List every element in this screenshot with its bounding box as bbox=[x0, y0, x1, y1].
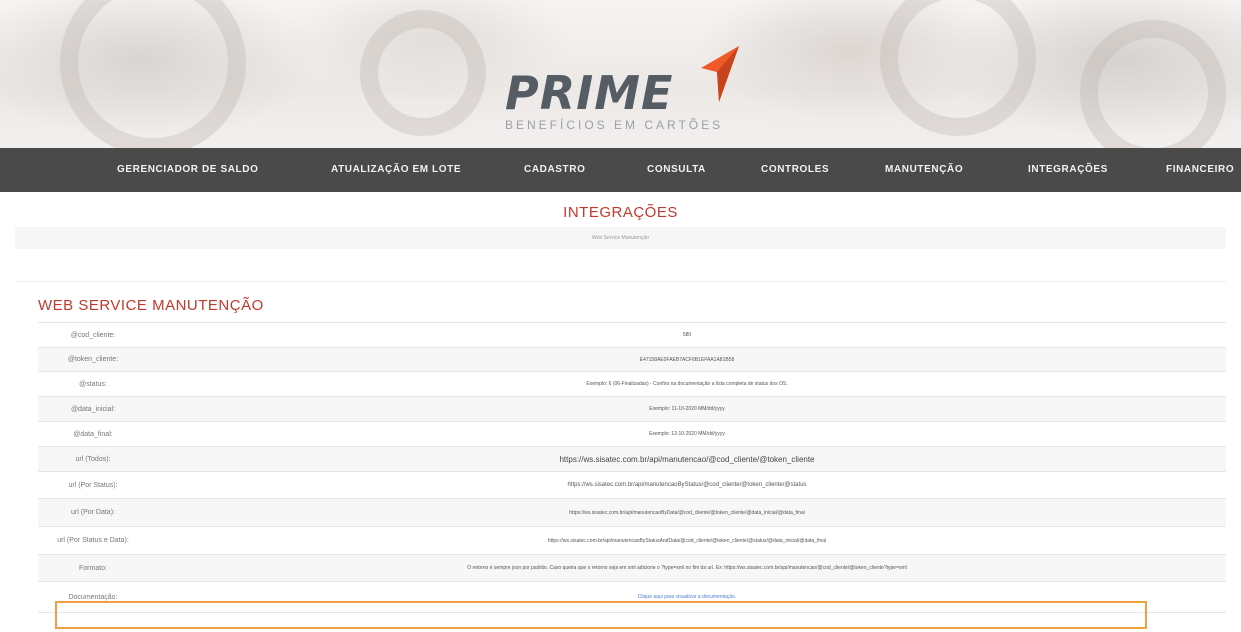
table-row: @token_cliente: E47158AE0FAEB7ACF6B1EFAA… bbox=[38, 348, 1226, 372]
divider bbox=[15, 281, 1226, 282]
table-row: url (Por Status e Data): https://ws.sisa… bbox=[38, 527, 1226, 555]
main-nav: GERENCIADOR DE SALDO ATUALIZAÇÃO EM LOTE… bbox=[0, 148, 1241, 192]
row-label: Documentação: bbox=[68, 593, 118, 601]
row-label: @status: bbox=[79, 380, 107, 388]
row-label: Formato: bbox=[78, 564, 107, 572]
nav-item-integracoes[interactable]: INTEGRAÇÕES bbox=[1028, 148, 1108, 192]
nav-item-cadastro[interactable]: CADASTRO bbox=[524, 148, 585, 192]
row-label: @cod_cliente: bbox=[70, 331, 116, 339]
table-row: @status: Exemplo: 6 (06-Finalizadas) - C… bbox=[38, 372, 1226, 397]
banner-gear-decoration bbox=[880, 0, 1036, 136]
logo-tagline: BENEFÍCIOS EM CARTÕES bbox=[505, 118, 724, 132]
nav-item-gerenciador-de-saldo[interactable]: GERENCIADOR DE SALDO bbox=[117, 148, 258, 192]
row-value: E47158AE0FAEB7ACF6B1EFAA1A81B58 bbox=[639, 356, 735, 363]
row-value: https://ws.sisatec.com.br/api/manutencao… bbox=[567, 482, 807, 488]
table-row: url (Por Status): https://ws.sisatec.com… bbox=[38, 472, 1226, 499]
row-value: 580 bbox=[682, 332, 692, 338]
page-title: INTEGRAÇÕES bbox=[563, 204, 678, 221]
web-service-table: @cod_cliente: 580 @token_cliente: E47158… bbox=[38, 322, 1226, 613]
row-label: url (Por Status): bbox=[68, 481, 118, 489]
row-label: url (Todos): bbox=[75, 455, 111, 463]
header-banner: PRIME BENEFÍCIOS EM CARTÕES bbox=[0, 0, 1241, 148]
section-title: WEB SERVICE MANUTENÇÃO bbox=[38, 297, 264, 314]
logo-arrow-icon bbox=[701, 46, 739, 102]
row-label: @data_final: bbox=[73, 430, 113, 438]
prime-logo[interactable]: PRIME BENEFÍCIOS EM CARTÕES bbox=[505, 44, 745, 140]
nav-item-financeiro[interactable]: FINANCEIRO bbox=[1166, 148, 1234, 192]
row-value: https://ws.sisatec.com.br/api/manutencao… bbox=[547, 537, 827, 544]
table-row: url (Todos): https://ws.sisatec.com.br/a… bbox=[38, 447, 1226, 472]
row-value: https://ws.sisatec.com.br/api/manutencao… bbox=[569, 509, 805, 516]
logo-wordmark: PRIME bbox=[505, 66, 674, 120]
table-row: @cod_cliente: 580 bbox=[38, 323, 1226, 348]
nav-item-consulta[interactable]: CONSULTA bbox=[647, 148, 706, 192]
row-value: O retorno é sempre json por padrão. Caso… bbox=[467, 565, 907, 571]
banner-gear-decoration bbox=[60, 0, 246, 148]
row-value: Exemplo: 6 (06-Finalizadas) - Confira na… bbox=[586, 381, 788, 387]
table-row: @data_inicial: Exemplo: 11-10-2020 MM/dd… bbox=[38, 397, 1226, 422]
nav-item-controles[interactable]: CONTROLES bbox=[761, 148, 829, 192]
table-row: Documentação: Clique aqui para visualiza… bbox=[38, 582, 1226, 613]
row-value: Exemplo: 11-10-2020 MM/dd/yyyy bbox=[649, 406, 725, 412]
row-label: @token_cliente: bbox=[67, 356, 119, 363]
row-label: @data_inicial: bbox=[70, 405, 116, 413]
row-label: url (Por Status e Data): bbox=[57, 537, 129, 544]
table-row: url (Por Data): https://ws.sisatec.com.b… bbox=[38, 499, 1226, 527]
table-row: @data_final: Exemplo: 12-10-2020 MM/dd/y… bbox=[38, 422, 1226, 447]
nav-item-atualizacao-em-lote[interactable]: ATUALIZAÇÃO EM LOTE bbox=[331, 148, 461, 192]
banner-gear-decoration bbox=[1080, 20, 1226, 148]
documentation-link[interactable]: Clique aqui para visualizar a documentaç… bbox=[148, 582, 1226, 612]
table-row: Formato: O retorno é sempre json por pad… bbox=[38, 555, 1226, 582]
row-value: https://ws.sisatec.com.br/api/manutencao… bbox=[559, 454, 815, 464]
row-label: url (Por Data): bbox=[71, 509, 115, 516]
nav-item-manutencao[interactable]: MANUTENÇÃO bbox=[885, 148, 963, 192]
banner-gear-decoration bbox=[360, 10, 486, 136]
breadcrumb[interactable]: Web Service Manutenção bbox=[15, 227, 1226, 249]
row-value: Exemplo: 12-10-2020 MM/dd/yyyy bbox=[649, 431, 725, 437]
